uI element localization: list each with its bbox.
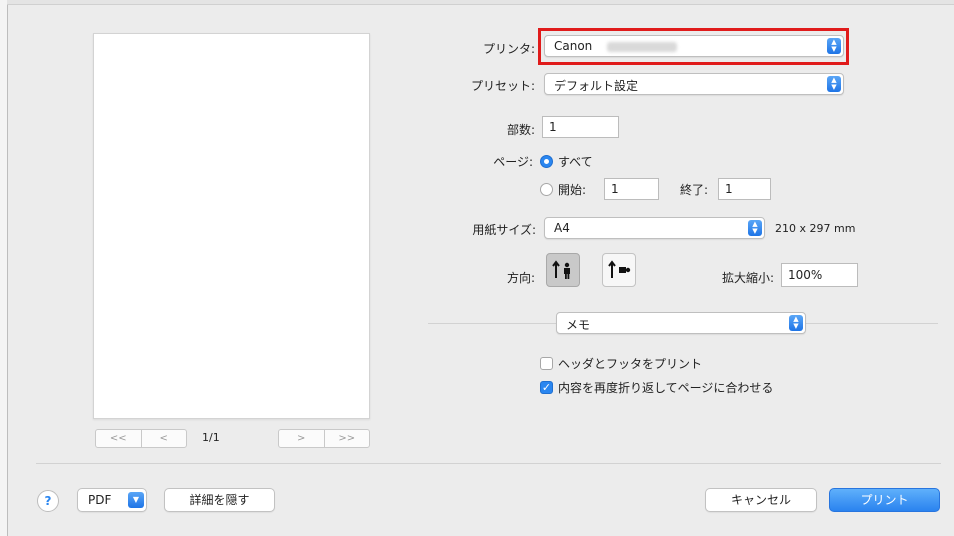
page-preview xyxy=(93,33,370,419)
preset-select[interactable]: デフォルト設定 ▲ ▼ xyxy=(544,73,844,95)
pages-to-label: 終了: xyxy=(680,183,709,197)
paper-dimensions: 210 x 297 mm xyxy=(775,222,856,235)
paper-size-value: A4 xyxy=(554,221,570,235)
window-top-edge xyxy=(7,0,954,5)
pages-from-field[interactable]: 1 xyxy=(604,178,659,200)
previous-page-button[interactable]: < xyxy=(140,430,187,447)
hide-details-button[interactable]: 詳細を隠す xyxy=(164,488,275,512)
cancel-button[interactable]: キャンセル xyxy=(705,488,817,512)
pdf-menu-button[interactable]: PDF ▼ xyxy=(77,488,147,512)
scale-label: 拡大縮小: xyxy=(721,271,774,285)
pages-all-radio[interactable] xyxy=(540,155,553,168)
preview-nav-back: << < xyxy=(95,429,187,448)
pdf-label: PDF xyxy=(88,493,112,507)
chevron-updown-icon: ▲ ▼ xyxy=(827,76,841,92)
chevron-updown-icon: ▲ ▼ xyxy=(748,220,762,236)
preset-value: デフォルト設定 xyxy=(554,79,639,93)
header-footer-label: ヘッダとフッタをプリント xyxy=(558,357,703,371)
header-footer-checkbox[interactable] xyxy=(540,357,553,370)
pages-from-label: 開始: xyxy=(558,183,587,197)
chevron-updown-icon: ▲ ▼ xyxy=(789,315,803,331)
orientation-label: 方向: xyxy=(506,271,535,285)
first-page-button[interactable]: << xyxy=(96,430,141,447)
preview-nav-forward: > >> xyxy=(278,429,370,448)
footer-divider xyxy=(36,463,941,464)
rewrap-content-checkbox[interactable]: ✓ xyxy=(540,381,553,394)
pages-label: ページ: xyxy=(493,155,533,169)
chevron-down-icon: ▼ xyxy=(128,492,144,508)
copies-label: 部数: xyxy=(506,123,535,137)
preset-label: プリセット: xyxy=(470,79,535,93)
copies-field[interactable]: 1 xyxy=(542,116,619,138)
pages-to-field[interactable]: 1 xyxy=(718,178,771,200)
orientation-landscape-button[interactable] xyxy=(602,253,636,287)
printer-label: プリンタ: xyxy=(482,42,535,56)
rewrap-content-label: 内容を再度折り返してページに合わせる xyxy=(558,381,774,395)
portrait-icon xyxy=(552,260,570,279)
next-page-button[interactable]: > xyxy=(279,430,324,447)
last-page-button[interactable]: >> xyxy=(323,430,370,447)
pages-all-label: すべて xyxy=(558,155,593,169)
section-menu-value: メモ xyxy=(566,318,591,332)
window-left-edge xyxy=(0,0,8,536)
printer-highlight-box xyxy=(538,28,849,65)
landscape-icon xyxy=(608,260,631,278)
paper-size-select[interactable]: A4 ▲ ▼ xyxy=(544,217,765,239)
help-button[interactable]: ? xyxy=(37,490,59,512)
orientation-portrait-button[interactable] xyxy=(546,253,580,287)
paper-size-label: 用紙サイズ: xyxy=(472,223,536,237)
section-menu-select[interactable]: メモ ▲ ▼ xyxy=(556,312,806,334)
pages-range-radio[interactable] xyxy=(540,183,553,196)
print-button[interactable]: プリント xyxy=(829,488,940,512)
scale-field[interactable]: 100% xyxy=(781,263,858,287)
page-indicator: 1/1 xyxy=(202,431,220,444)
